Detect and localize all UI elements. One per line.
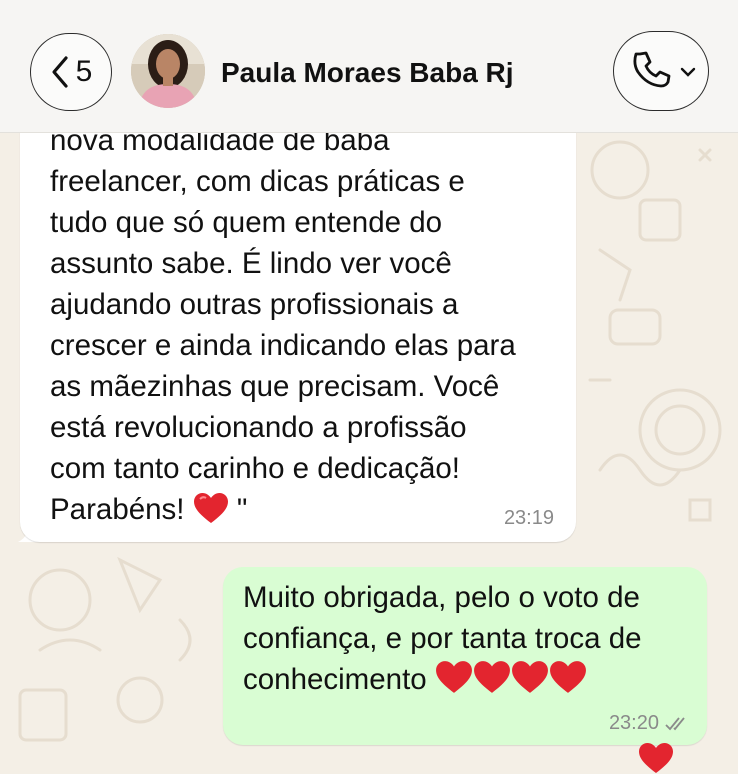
- back-button[interactable]: 5: [30, 33, 112, 111]
- incoming-message-text: nova modalidade de babá freelancer, com …: [50, 120, 570, 530]
- chevron-down-icon: [680, 67, 696, 77]
- incoming-message-time: 23:19: [503, 507, 554, 529]
- red-heart-icon: [639, 743, 673, 773]
- phone-icon: [633, 51, 671, 88]
- chat-header: 5 Paula Moraes Baba Rj: [0, 0, 738, 133]
- incoming-message-body: nova modalidade de babá freelancer, com …: [50, 124, 516, 526]
- red-heart-icon: [435, 661, 472, 693]
- unread-count: 5: [75, 55, 93, 88]
- incoming-message-bubble[interactable]: nova modalidade de babá freelancer, com …: [20, 110, 576, 542]
- red-heart-icon: [473, 661, 510, 693]
- contact-name[interactable]: Paula Moraes Baba Rj: [221, 57, 514, 89]
- call-button[interactable]: [613, 31, 709, 111]
- outgoing-message-meta: 23:20: [609, 712, 689, 735]
- red-heart-icon: [511, 661, 548, 693]
- outgoing-message-bubble[interactable]: Muito obrigada, pelo o voto de confiança…: [223, 567, 707, 745]
- outgoing-message-time: 23:20: [608, 712, 659, 734]
- incoming-message-quote: ": [236, 493, 248, 526]
- contact-photo: [131, 34, 205, 108]
- chevron-left-icon: [52, 56, 68, 88]
- outgoing-message-text: Muito obrigada, pelo o voto de confiança…: [243, 577, 693, 700]
- red-heart-icon: [193, 493, 228, 523]
- double-check-icon: [665, 716, 685, 730]
- avatar[interactable]: [131, 34, 205, 108]
- red-heart-icon: [549, 661, 586, 693]
